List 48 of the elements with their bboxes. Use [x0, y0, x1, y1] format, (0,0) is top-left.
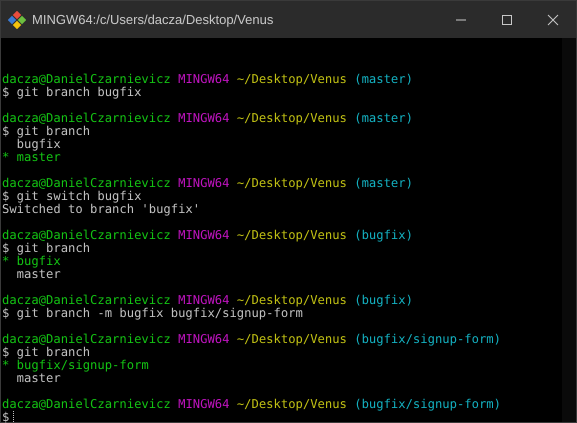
prompt-user: dacza@DanielCzarnievicz: [2, 332, 171, 346]
branch-list-item: * bugfix: [2, 254, 61, 268]
prompt-path: ~/Desktop/Venus: [236, 228, 347, 242]
prompt-system: MINGW64: [178, 228, 230, 242]
branch-list-item: master: [16, 371, 61, 385]
scrollbar-thumb[interactable]: [562, 38, 576, 422]
prompt-user: dacza@DanielCzarnievicz: [2, 111, 171, 125]
prompt-path: ~/Desktop/Venus: [236, 397, 347, 411]
window-title: MINGW64:/c/Users/dacza/Desktop/Venus: [32, 12, 274, 27]
prompt-user: dacza@DanielCzarnievicz: [2, 293, 171, 307]
prompt-branch: (bugfix): [354, 293, 413, 307]
command-line: $ git branch: [2, 241, 90, 255]
command-line: $ git branch bugfix: [2, 85, 142, 99]
command-line: $ git switch bugfix: [2, 189, 142, 203]
prompt-path: ~/Desktop/Venus: [236, 332, 347, 346]
prompt-branch: (master): [354, 176, 413, 190]
prompt-path: ~/Desktop/Venus: [236, 293, 347, 307]
branch-list-item: * master: [2, 150, 61, 164]
prompt-system: MINGW64: [178, 397, 230, 411]
prompt-branch: (bugfix): [354, 228, 413, 242]
prompt-system: MINGW64: [178, 111, 230, 125]
branch-list-item: * bugfix/signup-form: [2, 358, 149, 372]
prompt-path: ~/Desktop/Venus: [236, 111, 347, 125]
prompt-user: dacza@DanielCzarnievicz: [2, 72, 171, 86]
output-line: Switched to branch 'bugfix': [2, 202, 200, 216]
branch-list-item: bugfix: [16, 137, 61, 151]
prompt-user: dacza@DanielCzarnievicz: [2, 176, 171, 190]
branch-list-item: master: [16, 267, 61, 281]
prompt-system: MINGW64: [178, 72, 230, 86]
prompt-branch: (bugfix/signup-form): [354, 332, 501, 346]
prompt-branch: (master): [354, 72, 413, 86]
app-logo-icon: [8, 10, 26, 28]
prompt-branch: (master): [354, 111, 413, 125]
text-cursor: [13, 411, 16, 422]
prompt-system: MINGW64: [178, 332, 230, 346]
command-line: $ git branch: [2, 345, 90, 359]
prompt-sign: $: [2, 410, 10, 423]
prompt-branch: (bugfix/signup-form): [354, 397, 501, 411]
command-line: $ git branch -m bugfix bugfix/signup-form: [2, 306, 303, 320]
prompt-system: MINGW64: [178, 176, 230, 190]
prompt-user: dacza@DanielCzarnievicz: [2, 228, 171, 242]
command-line: $ git branch: [2, 124, 90, 138]
prompt-user: dacza@DanielCzarnievicz: [2, 397, 171, 411]
maximize-icon: [501, 14, 513, 26]
prompt-system: MINGW64: [178, 293, 230, 307]
prompt-path: ~/Desktop/Venus: [236, 72, 347, 86]
close-icon: [547, 14, 559, 26]
prompt-path: ~/Desktop/Venus: [236, 176, 347, 190]
